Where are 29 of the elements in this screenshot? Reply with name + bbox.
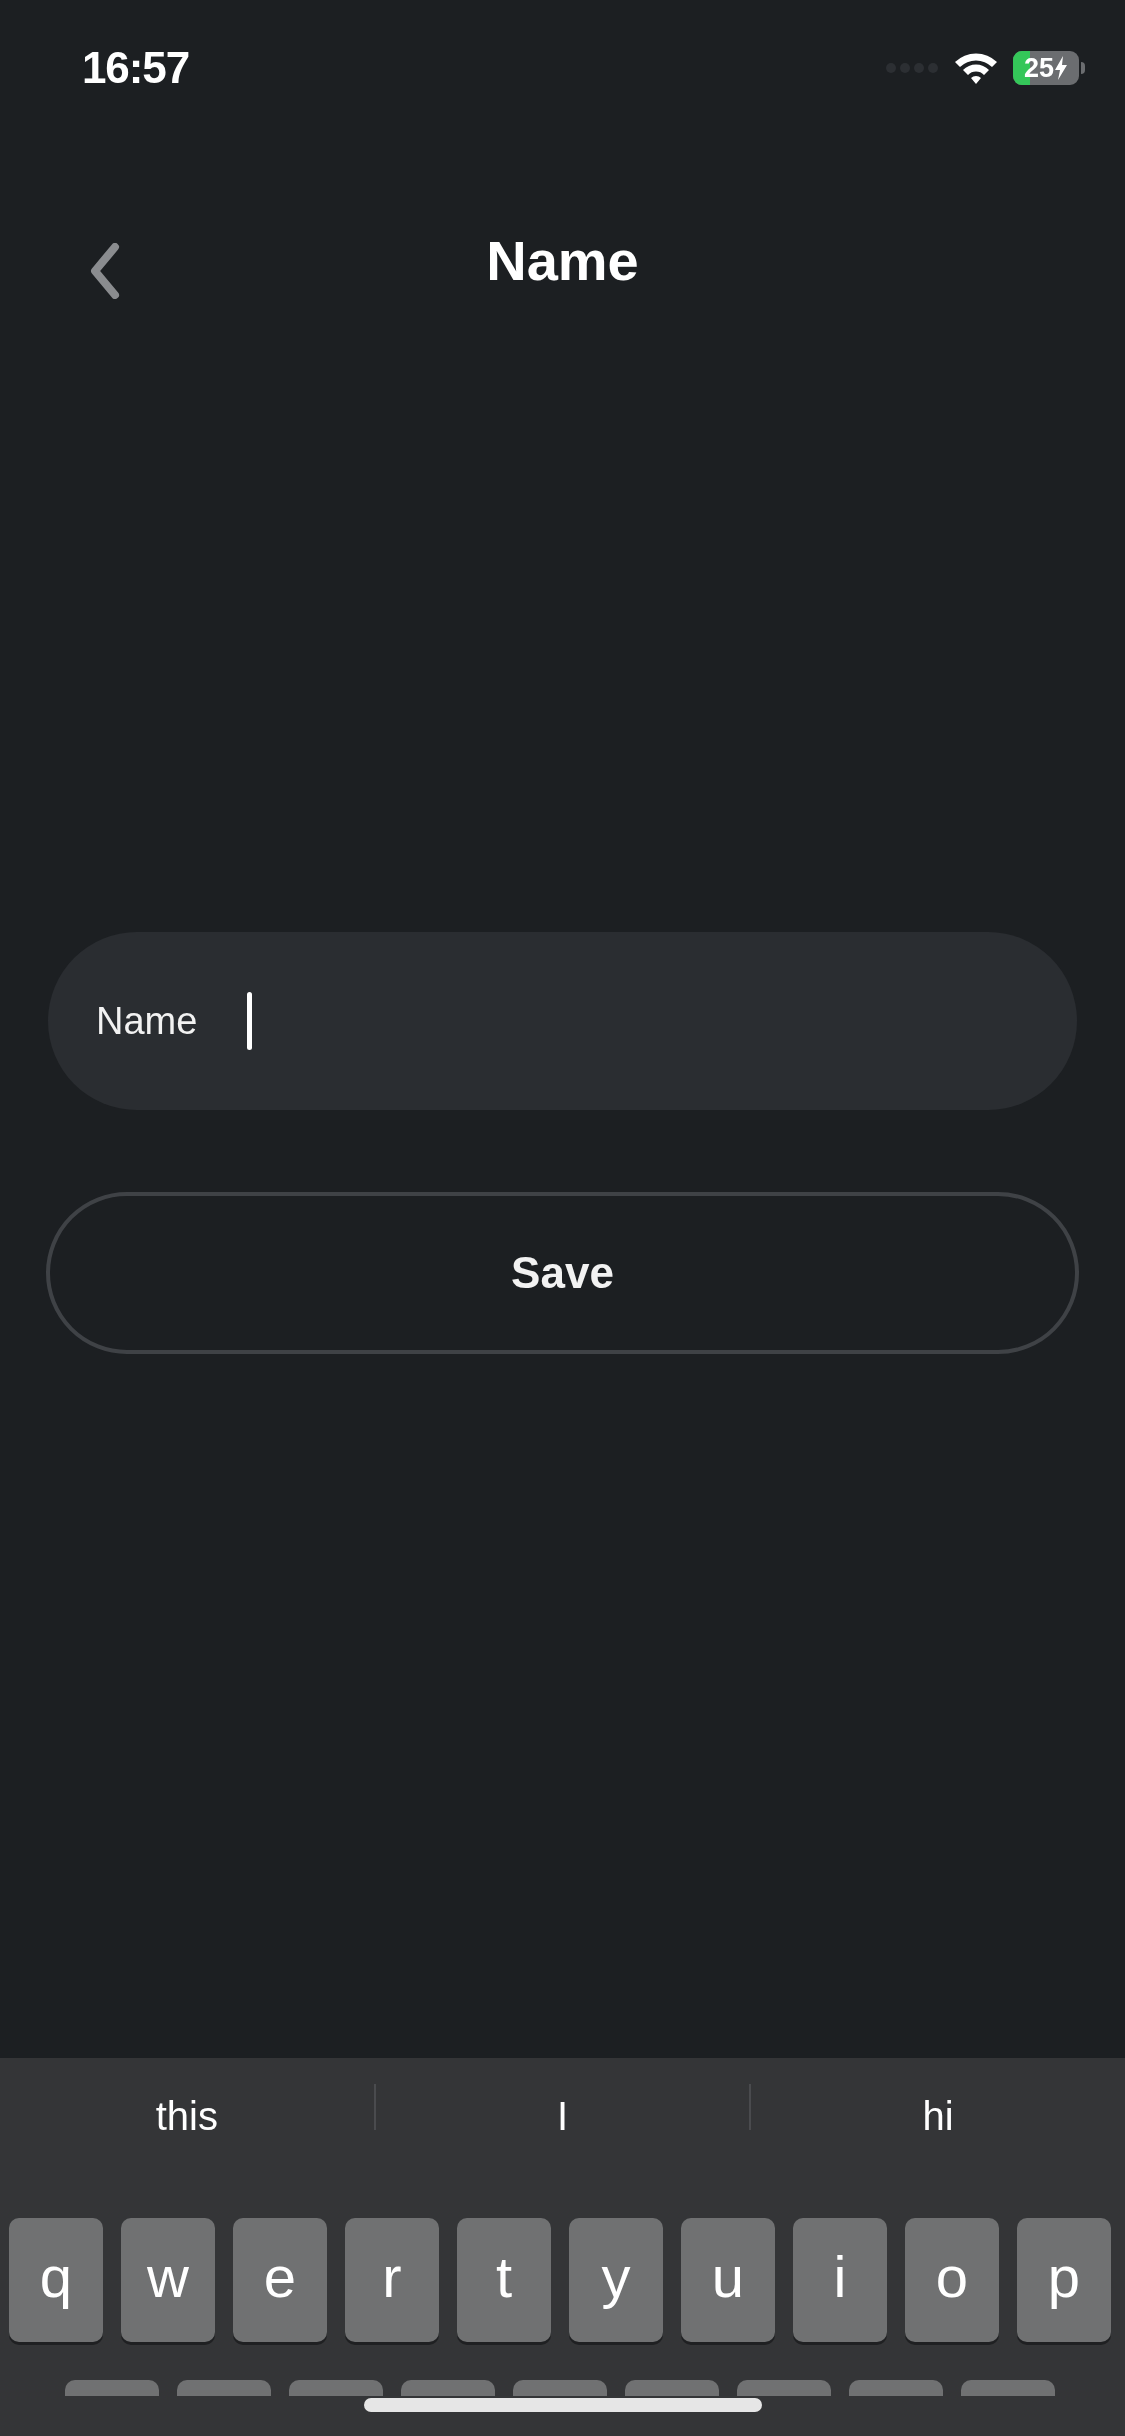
keyboard-key[interactable]: [849, 2380, 943, 2396]
suggestion-item[interactable]: I: [375, 2096, 750, 2140]
keyboard-key[interactable]: [65, 2380, 159, 2396]
keyboard-key[interactable]: u: [681, 2218, 775, 2342]
keyboard-key[interactable]: y: [569, 2218, 663, 2342]
keyboard-key[interactable]: w: [121, 2218, 215, 2342]
keyboard-key[interactable]: [513, 2380, 607, 2396]
status-time: 16:57: [82, 42, 190, 94]
keyboard-key[interactable]: p: [1017, 2218, 1111, 2342]
keyboard-key[interactable]: i: [793, 2218, 887, 2342]
wifi-icon: [953, 51, 999, 85]
field-label: Name: [96, 998, 198, 1044]
keyboard-key[interactable]: [961, 2380, 1055, 2396]
keyboard-key[interactable]: [289, 2380, 383, 2396]
keyboard-key[interactable]: [737, 2380, 831, 2396]
suggestion-item[interactable]: hi: [751, 2096, 1125, 2140]
keyboard-key[interactable]: o: [905, 2218, 999, 2342]
keyboard-key[interactable]: [625, 2380, 719, 2396]
keyboard-key[interactable]: [401, 2380, 495, 2396]
save-button[interactable]: Save: [46, 1192, 1079, 1354]
keyboard-key[interactable]: t: [457, 2218, 551, 2342]
keyboard-key[interactable]: r: [345, 2218, 439, 2342]
keyboard-key[interactable]: e: [233, 2218, 327, 2342]
name-input-field[interactable]: Name: [48, 932, 1077, 1110]
keyboard-key[interactable]: q: [9, 2218, 103, 2342]
keyboard-key[interactable]: [177, 2380, 271, 2396]
suggestion-item[interactable]: this: [0, 2096, 374, 2140]
back-chevron-icon: [89, 243, 121, 299]
page-title: Name: [486, 228, 639, 294]
